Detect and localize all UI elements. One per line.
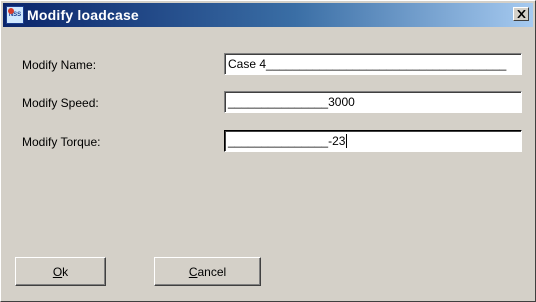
modify-loadcase-dialog: NSS Modify loadcase Modify Name: Case 4_… — [0, 0, 536, 302]
modify-speed-input[interactable]: _______________3000 — [224, 91, 522, 113]
ok-label-rest: k — [62, 264, 69, 279]
modify-speed-label: Modify Speed: — [22, 96, 99, 110]
ok-button[interactable]: Ok — [15, 257, 106, 286]
name-fill: ____________________________________ — [266, 57, 507, 71]
ok-mnemonic: O — [52, 264, 63, 279]
modify-torque-label: Modify Torque: — [22, 135, 101, 149]
cancel-label-rest: ancel — [197, 264, 227, 279]
close-icon — [516, 10, 526, 18]
cancel-button[interactable]: Cancel — [154, 257, 261, 286]
text-caret — [346, 134, 348, 148]
cancel-mnemonic: C — [188, 264, 198, 279]
app-icon: NSS — [6, 6, 24, 24]
window-title: Modify loadcase — [27, 7, 139, 23]
name-value: Case 4 — [228, 57, 267, 71]
app-icon-dot — [8, 8, 14, 14]
torque-fill: _______________ — [228, 134, 329, 148]
torque-value: -23 — [328, 134, 346, 148]
title-bar[interactable]: NSS Modify loadcase — [3, 3, 533, 27]
close-button[interactable] — [513, 7, 529, 21]
speed-fill: _______________ — [228, 95, 329, 109]
modify-torque-input[interactable]: _______________-23 — [224, 130, 522, 152]
modify-name-input[interactable]: Case 4__________________________________… — [224, 53, 522, 75]
modify-name-label: Modify Name: — [22, 58, 97, 72]
speed-value: 3000 — [328, 95, 355, 109]
